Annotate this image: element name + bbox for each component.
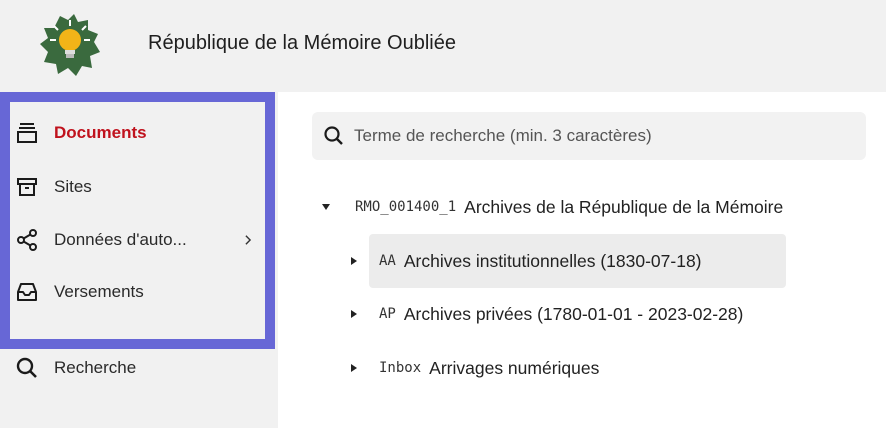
search-input[interactable]	[354, 126, 854, 146]
tree-row[interactable]: AA Archives institutionnelles (1830-07-1…	[347, 246, 702, 276]
app-header: République de la Mémoire Oubliée	[0, 0, 886, 92]
caret-right-icon[interactable]	[347, 254, 361, 268]
caret-down-icon[interactable]	[319, 200, 333, 214]
tree-row[interactable]: AP Archives privées (1780-01-01 - 2023-0…	[347, 299, 743, 329]
app-title: République de la Mémoire Oubliée	[148, 32, 456, 54]
node-code: AA	[379, 253, 396, 269]
node-label: Archives institutionnelles (1830-07-18)	[403, 250, 702, 271]
search-bar	[312, 112, 866, 160]
node-label: Arrivages numériques	[429, 357, 600, 378]
node-code: RMO_001400_1	[355, 199, 457, 215]
node-label: Archives de la République de la Mémoire	[464, 196, 784, 217]
node-code: Inbox	[379, 360, 422, 376]
sidebar-highlight-frame	[0, 92, 275, 349]
caret-right-icon[interactable]	[347, 361, 361, 375]
search-icon	[14, 355, 40, 381]
node-label: Archives privées (1780-01-01 - 2023-02-2…	[403, 303, 744, 324]
search-icon	[322, 124, 346, 148]
caret-right-icon[interactable]	[347, 307, 361, 321]
sidebar-item-label: Recherche	[54, 358, 137, 377]
node-code: AP	[379, 306, 396, 322]
sidebar-item-recherche[interactable]: Recherche	[14, 353, 136, 383]
tree-root-row[interactable]: RMO_001400_1 Archives de la République d…	[319, 192, 783, 222]
lightbulb-logo-icon[interactable]	[38, 12, 102, 78]
tree-row[interactable]: Inbox Arrivages numériques	[347, 353, 599, 383]
